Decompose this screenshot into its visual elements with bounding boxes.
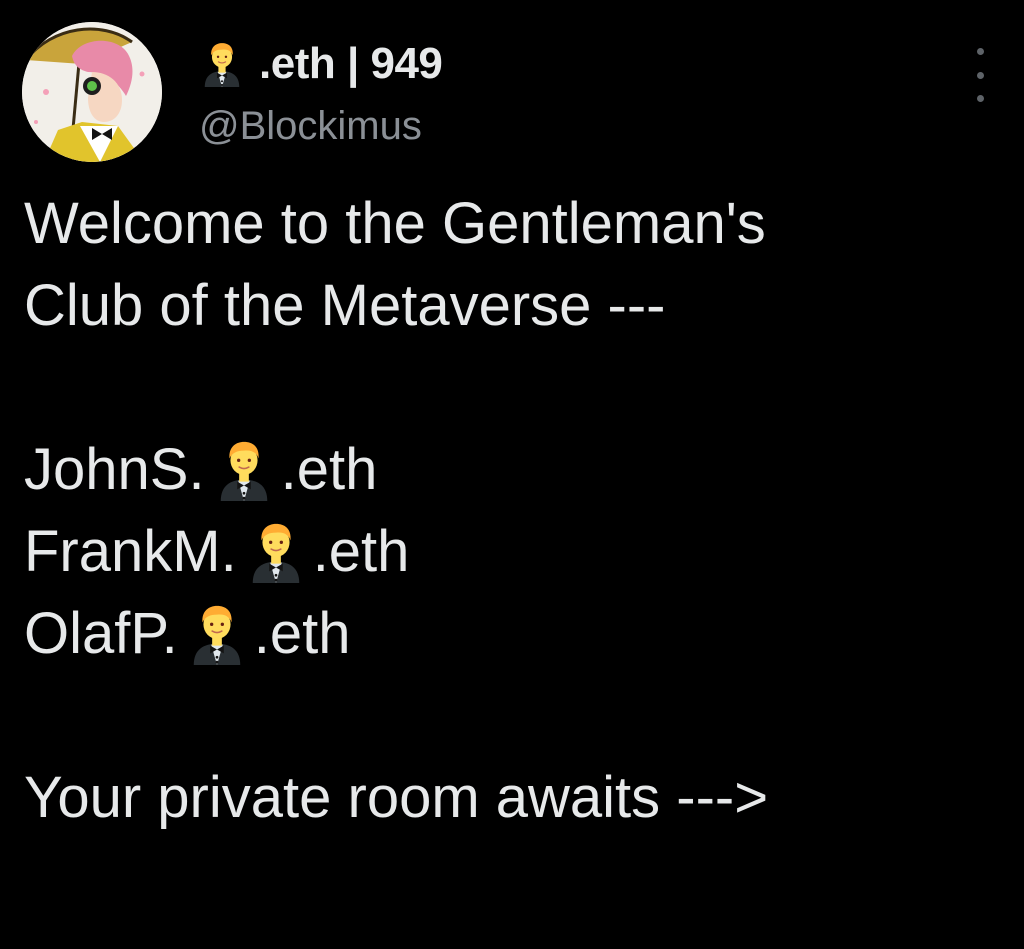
- tweet-line: Your private room awaits --->: [24, 757, 1009, 839]
- tweet-header: .eth | 949 @Blockimus: [22, 22, 1002, 162]
- man-in-tuxedo-icon: [199, 41, 245, 87]
- tweet-line: Club of the Metaverse ---: [24, 265, 1009, 347]
- member-name: FrankM.: [24, 519, 237, 584]
- tweet: .eth | 949 @Blockimus Welcome to the Gen…: [0, 0, 1024, 949]
- author-names: .eth | 949 @Blockimus: [199, 36, 443, 152]
- member-suffix: .eth: [253, 601, 351, 666]
- member-line-johns: JohnS. .eth: [24, 429, 1009, 511]
- avatar-image: [22, 22, 162, 162]
- tweet-text: Welcome to the Gentleman's: [24, 191, 766, 256]
- member-line-olafp: OlafP. .eth: [24, 593, 1009, 675]
- member-name: OlafP.: [24, 601, 178, 666]
- man-in-tuxedo-icon: [186, 603, 248, 665]
- more-vertical-icon-dot: [976, 48, 984, 55]
- member-line-frankm: FrankM. .eth: [24, 511, 1009, 593]
- display-name-text: .eth | 949: [259, 39, 443, 88]
- tweet-text: Club of the Metaverse ---: [24, 273, 666, 338]
- more-vertical-icon-dot: [976, 71, 984, 79]
- user-handle[interactable]: @Blockimus: [199, 100, 442, 152]
- tweet-line: Welcome to the Gentleman's: [24, 183, 1009, 265]
- avatar[interactable]: [22, 22, 162, 162]
- tweet-text: Your private room awaits --->: [24, 765, 769, 830]
- tweet-body: Welcome to the Gentleman's Club of the M…: [24, 183, 1009, 839]
- display-name[interactable]: .eth | 949: [199, 36, 443, 92]
- member-suffix: .eth: [312, 519, 410, 584]
- more-vertical-icon-dot: [976, 95, 984, 102]
- member-suffix: .eth: [280, 437, 378, 502]
- member-name: JohnS.: [24, 437, 205, 502]
- man-in-tuxedo-icon: [213, 439, 275, 501]
- man-in-tuxedo-icon: [245, 521, 307, 583]
- more-options-button[interactable]: [968, 48, 992, 102]
